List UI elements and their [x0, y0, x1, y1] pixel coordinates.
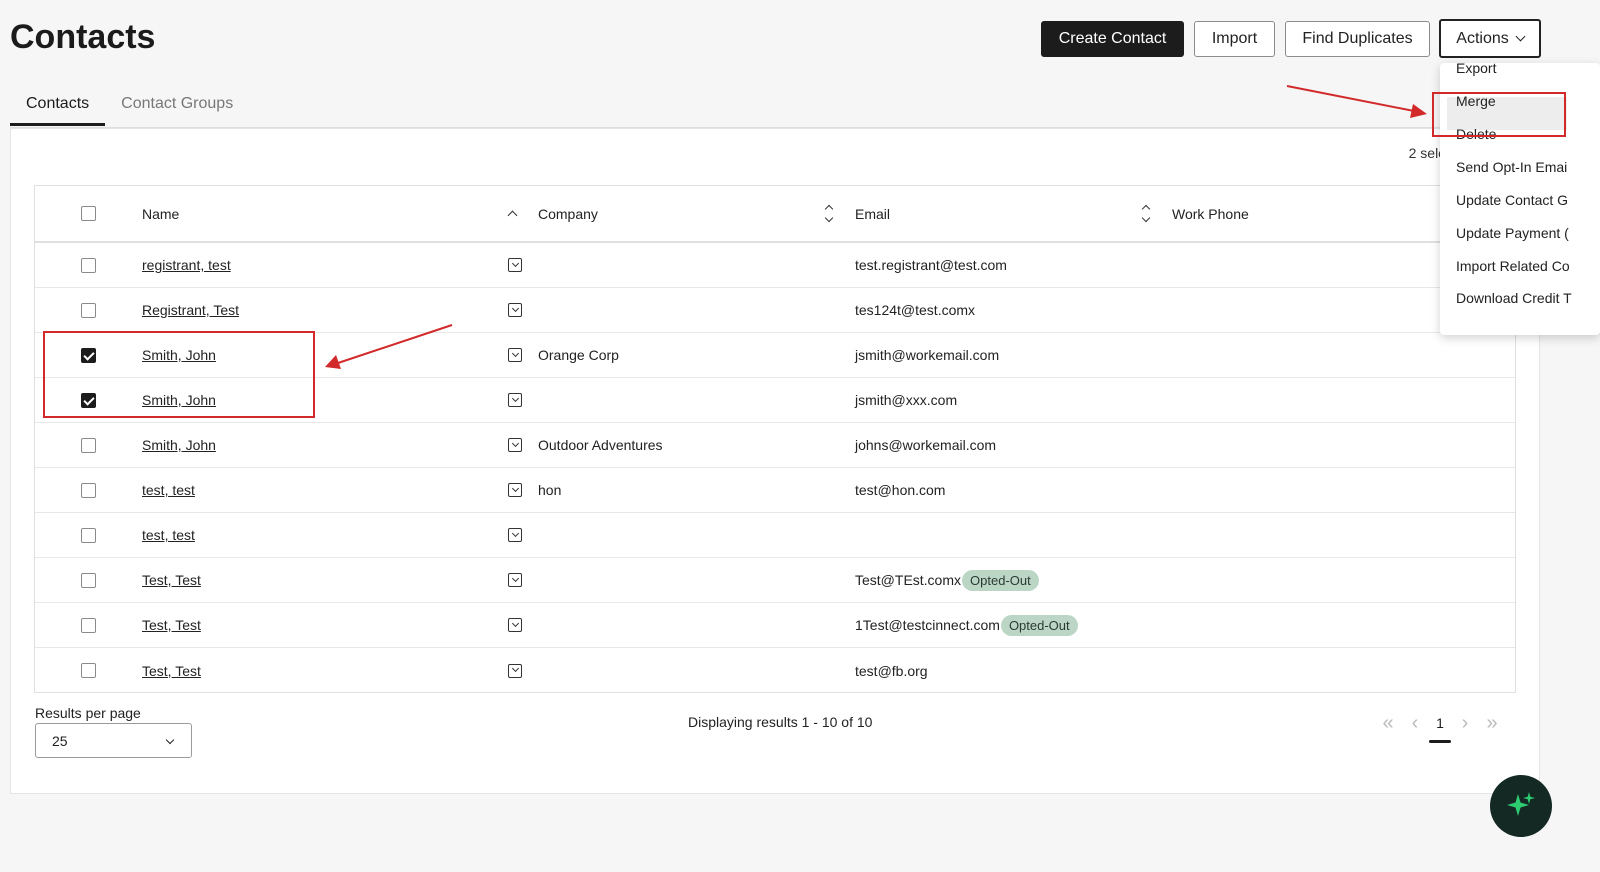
menu-item-update-payment[interactable]: Update Payment ( [1456, 221, 1569, 245]
row-checkbox[interactable] [81, 482, 96, 498]
company-cell: Outdoor Adventures [538, 437, 663, 453]
annotation-box-merge [1432, 92, 1566, 137]
table-row[interactable]: test, test [35, 513, 1515, 558]
header-name[interactable]: Name [142, 186, 179, 241]
expand-row-icon[interactable] [508, 393, 522, 407]
next-page-icon[interactable]: › [1452, 712, 1478, 735]
header-company[interactable]: Company [538, 186, 598, 241]
previous-page-icon[interactable]: ‹ [1402, 712, 1428, 735]
row-checkbox[interactable] [81, 257, 96, 273]
table-row[interactable]: Test, Test 1Test@testcinnect.com Opted-Out [35, 603, 1515, 648]
contact-name-link[interactable]: Smith, John [142, 437, 216, 453]
results-per-page-select[interactable]: 25 [35, 723, 192, 758]
menu-item-download-credit-t[interactable]: Download Credit T [1456, 286, 1572, 310]
contact-name-link[interactable]: Test, Test [142, 572, 201, 588]
email-cell: 1Test@testcinnect.com [855, 617, 1000, 633]
email-cell: test.registrant@test.com [855, 257, 1007, 273]
email-cell: test@hon.com [855, 482, 946, 498]
results-per-page-label: Results per page [35, 705, 141, 721]
expand-row-icon[interactable] [508, 573, 522, 587]
contact-name-link[interactable]: Test, Test [142, 617, 201, 633]
status-badge: Opted-Out [1000, 614, 1078, 636]
row-checkbox[interactable] [81, 302, 96, 318]
contact-name-link[interactable]: registrant, test [142, 257, 231, 273]
row-checkbox[interactable] [81, 527, 96, 543]
expand-row-icon[interactable] [508, 483, 522, 497]
email-cell: test@fb.org [855, 662, 928, 679]
row-checkbox[interactable] [81, 437, 96, 453]
expand-row-icon[interactable] [508, 528, 522, 542]
sort-icon[interactable] [1141, 204, 1151, 223]
page-title: Contacts [10, 18, 156, 56]
menu-item-update-contact-g[interactable]: Update Contact G [1456, 188, 1568, 212]
ai-assistant-button[interactable] [1490, 775, 1552, 837]
expand-row-icon[interactable] [508, 618, 522, 632]
sort-ascending-icon[interactable] [507, 208, 518, 221]
contact-name-link[interactable]: Registrant, Test [142, 302, 239, 318]
header-work-phone[interactable]: Work Phone [1172, 186, 1249, 241]
table-row[interactable]: Smith, John Outdoor Adventures johns@worke… [35, 423, 1515, 468]
tab-bar: Contacts Contact Groups [10, 90, 249, 128]
results-summary: Displaying results 1 - 10 of 10 [688, 714, 873, 730]
tab-contact-groups[interactable]: Contact Groups [105, 90, 249, 126]
actions-button-label: Actions [1456, 29, 1509, 47]
table-row[interactable]: registrant, test test.registrant@test.com [35, 243, 1515, 288]
sort-icon[interactable] [824, 204, 834, 223]
contacts-table: Name Company Email Work Phone registrant… [34, 185, 1516, 693]
email-cell: tes124t@test.comx [855, 302, 976, 318]
header-email[interactable]: Email [855, 186, 890, 241]
chevron-down-icon [1515, 31, 1526, 42]
select-all-checkbox[interactable] [81, 206, 96, 221]
row-checkbox[interactable] [81, 617, 96, 633]
table-row[interactable]: test, test hon test@hon.com [35, 468, 1515, 513]
email-cell: jsmith@xxx.com [855, 392, 958, 408]
table-row[interactable]: Test, Test Test@TEst.comx Opted-Out [35, 558, 1515, 603]
table-header: Name Company Email Work Phone [35, 186, 1515, 243]
email-cell: jsmith@workemail.com [855, 347, 1000, 363]
company-cell: Orange Corp [538, 347, 619, 363]
import-button[interactable]: Import [1194, 21, 1275, 57]
company-cell: hon [538, 482, 562, 498]
table-row[interactable]: Registrant, Test tes124t@test.comx [35, 288, 1515, 333]
pagination: « ‹ 1 › » [1374, 708, 1506, 743]
menu-item-import-related-co[interactable]: Import Related Co [1456, 254, 1570, 278]
results-per-page-value: 25 [52, 732, 68, 749]
chevron-down-icon [165, 735, 175, 745]
expand-row-icon[interactable] [508, 258, 522, 272]
contact-name-link[interactable]: test, test [142, 527, 195, 543]
tab-contacts[interactable]: Contacts [10, 90, 106, 126]
row-checkbox[interactable] [81, 572, 96, 588]
table-body: registrant, test test.registrant@test.com… [35, 243, 1515, 693]
row-checkbox[interactable] [81, 663, 96, 678]
contact-name-link[interactable]: test, test [142, 482, 195, 498]
menu-item-send-opt-in-emai[interactable]: Send Opt-In Emai [1456, 155, 1567, 179]
contact-name-link[interactable]: Test, Test [142, 663, 201, 679]
email-cell: johns@workemail.com [855, 437, 997, 453]
expand-row-icon[interactable] [508, 438, 522, 452]
expand-row-icon[interactable] [508, 348, 522, 362]
sparkle-icon [1507, 792, 1535, 816]
annotation-box-selected-rows [43, 331, 315, 418]
create-contact-button[interactable]: Create Contact [1041, 21, 1184, 57]
status-badge: Opted-Out [962, 569, 1039, 591]
find-duplicates-button[interactable]: Find Duplicates [1285, 21, 1430, 57]
expand-row-icon[interactable] [508, 303, 522, 317]
actions-button[interactable]: Actions [1439, 19, 1541, 58]
expand-row-icon[interactable] [508, 663, 522, 678]
table-row[interactable]: Test, Test test@fb.org [35, 648, 1515, 693]
menu-item-export[interactable]: Export [1456, 56, 1496, 80]
email-cell: Test@TEst.comx [855, 572, 962, 588]
page-number[interactable]: 1 [1428, 715, 1452, 743]
last-page-icon[interactable]: » [1478, 712, 1506, 735]
first-page-icon[interactable]: « [1374, 712, 1402, 735]
